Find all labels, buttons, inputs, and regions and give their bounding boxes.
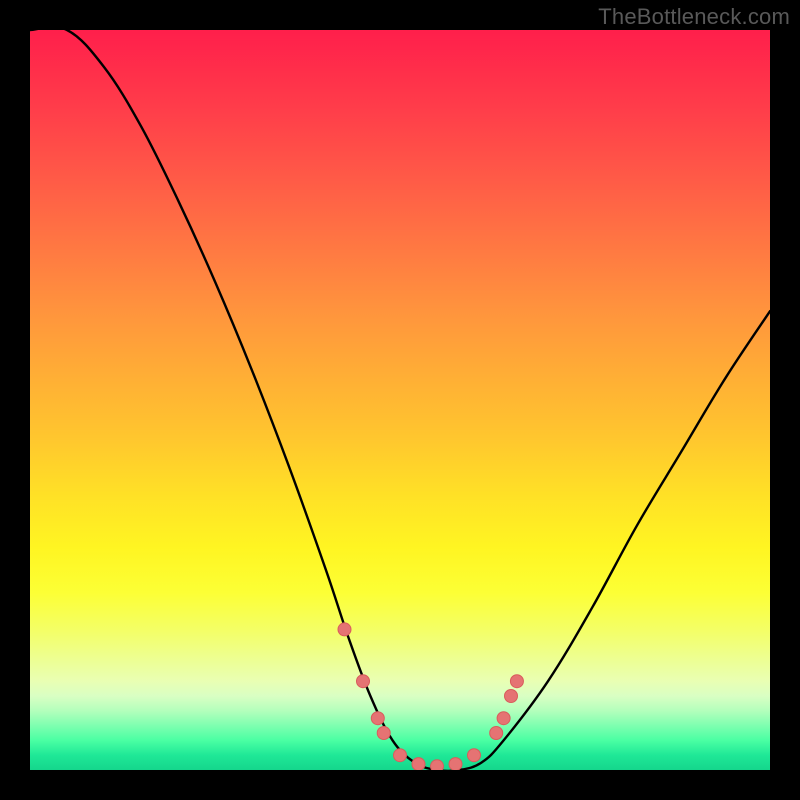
watermark-text: TheBottleneck.com bbox=[598, 4, 790, 30]
curve-marker bbox=[377, 727, 390, 740]
chart-frame: TheBottleneck.com bbox=[0, 0, 800, 800]
bottleneck-curve bbox=[30, 30, 770, 770]
curve-marker bbox=[510, 675, 523, 688]
curve-marker bbox=[497, 712, 510, 725]
curve-marker bbox=[490, 727, 503, 740]
curve-marker bbox=[338, 623, 351, 636]
curve-layer bbox=[30, 30, 770, 770]
curve-markers bbox=[338, 623, 523, 770]
curve-marker bbox=[449, 758, 462, 770]
curve-marker bbox=[505, 690, 518, 703]
curve-marker bbox=[371, 712, 384, 725]
curve-marker bbox=[357, 675, 370, 688]
curve-marker bbox=[394, 749, 407, 762]
curve-marker bbox=[431, 760, 444, 770]
curve-marker bbox=[468, 749, 481, 762]
plot-area bbox=[30, 30, 770, 770]
curve-marker bbox=[412, 758, 425, 770]
